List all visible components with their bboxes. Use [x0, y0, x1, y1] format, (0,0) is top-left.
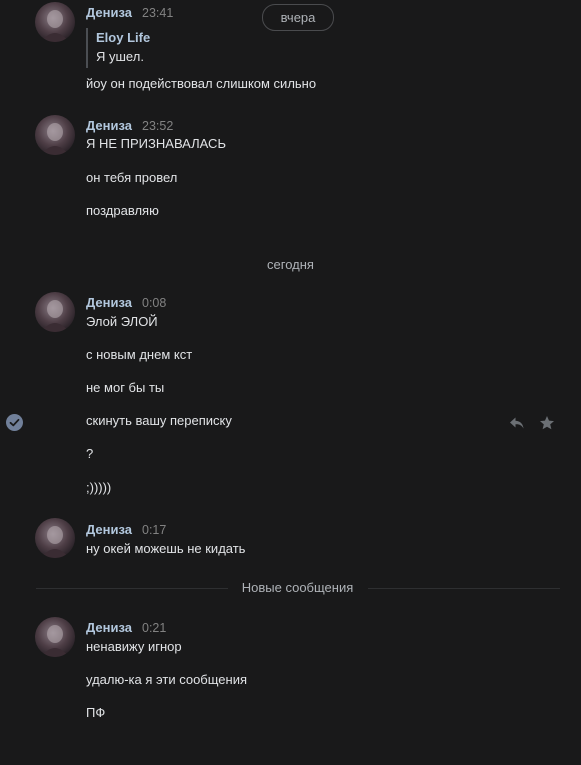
reply-icon[interactable] — [508, 414, 526, 432]
message-time[interactable]: 0:21 — [142, 621, 166, 635]
author-name[interactable]: Дениза — [86, 295, 132, 310]
message-text: с новым днем кст — [86, 347, 193, 362]
avatar[interactable] — [35, 2, 75, 42]
chat-history: Дениза 23:41 вчера Eloy Life Я ушел. йоу… — [0, 0, 581, 765]
message-time[interactable]: 23:52 — [142, 119, 173, 133]
message-text: он тебя провел — [86, 170, 178, 185]
message-text: Я НЕ ПРИЗНАВАЛАСЬ — [86, 136, 226, 151]
message-text: не мог бы ты — [86, 380, 165, 395]
date-separator: сегодня — [267, 257, 314, 272]
message-text: ненавижу игнор — [86, 639, 182, 654]
avatar[interactable] — [35, 617, 75, 657]
quote-text: Я ушел. — [96, 49, 144, 64]
message-text: ПФ — [86, 705, 106, 720]
avatar[interactable] — [35, 115, 75, 155]
author-name[interactable]: Дениза — [86, 620, 132, 635]
author-name[interactable]: Дениза — [86, 5, 132, 20]
author-name[interactable]: Дениза — [86, 118, 132, 133]
quote-bar — [86, 28, 88, 68]
message-text: ? — [86, 446, 94, 461]
new-messages-divider: Новые сообщения — [241, 580, 354, 595]
message-text: ;))))) — [86, 480, 112, 495]
message-time[interactable]: 0:08 — [142, 296, 166, 310]
avatar[interactable] — [35, 518, 75, 558]
message-text-selected[interactable]: скинуть вашу переписку — [86, 413, 232, 428]
check-circle-icon[interactable] — [6, 414, 23, 431]
message-time[interactable]: 23:41 — [142, 6, 173, 20]
message-text: удалю-ка я эти сообщения — [86, 672, 248, 687]
avatar[interactable] — [35, 292, 75, 332]
message-time[interactable]: 0:17 — [142, 523, 166, 537]
star-icon[interactable] — [538, 414, 556, 432]
message-text: йоу он подействовал слишком сильно — [86, 76, 317, 91]
message-text: поздравляю — [86, 203, 159, 218]
quote-author[interactable]: Eloy Life — [96, 30, 150, 45]
date-pill: вчера — [262, 4, 334, 31]
message-text: ну окей можешь не кидать — [86, 541, 246, 556]
author-name[interactable]: Дениза — [86, 522, 132, 537]
message-text: Элой ЭЛОЙ — [86, 314, 158, 329]
